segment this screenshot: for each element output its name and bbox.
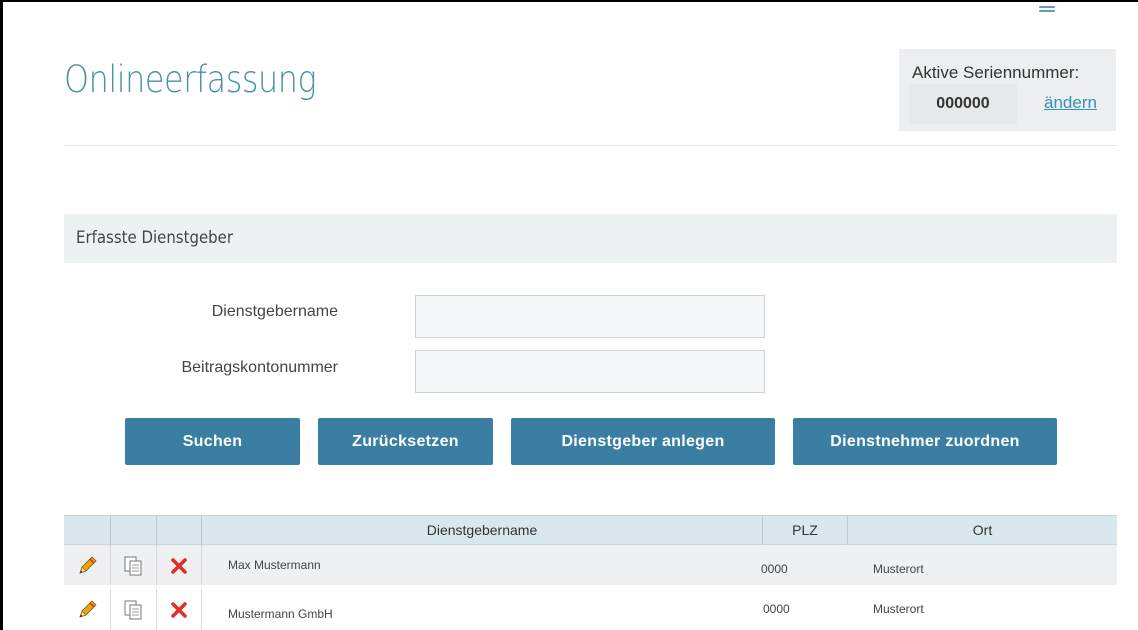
ort-cell: Musterort: [873, 602, 924, 616]
page-title: Onlineerfassung: [64, 58, 317, 101]
section-title: Erfasste Dienstgeber: [76, 228, 234, 248]
search-button[interactable]: Suchen: [125, 418, 300, 465]
plz-cell-bg: [744, 545, 844, 585]
employer-name-label: Dienstgebername: [211, 303, 338, 320]
delete-icon[interactable]: [168, 599, 190, 621]
menu-icon[interactable]: [1036, 4, 1058, 14]
serial-number-label: Aktive Seriennummer:: [912, 63, 1080, 82]
column-divider: [110, 589, 111, 630]
assign-employees-button[interactable]: Dienstnehmer zuordnen: [793, 418, 1057, 465]
create-employer-button[interactable]: Dienstgeber anlegen: [511, 418, 775, 465]
column-divider: [201, 545, 202, 585]
column-header-edit: [64, 516, 111, 545]
copy-icon[interactable]: [122, 555, 144, 577]
copy-icon[interactable]: [122, 599, 144, 621]
column-divider: [156, 589, 157, 630]
pencil-icon[interactable]: [76, 555, 98, 577]
section-header: Erfasste Dienstgeber: [64, 214, 1117, 263]
serial-number-panel: Aktive Seriennummer: 000000 ändern: [899, 49, 1116, 131]
table-header: Dienstgebername PLZ Ort: [64, 515, 1117, 545]
account-number-label: Beitragskontonummer: [181, 359, 338, 376]
column-divider: [156, 545, 157, 585]
title-divider: [64, 145, 1117, 146]
plz-cell: 0000: [761, 562, 788, 576]
table-row: Max Mustermann 0000 Musterort: [64, 545, 1117, 585]
column-divider: [201, 589, 202, 630]
change-serial-link[interactable]: ändern: [1044, 93, 1097, 113]
column-header-copy: [111, 516, 157, 545]
column-header-plz[interactable]: PLZ: [763, 516, 848, 545]
column-header-employer-name[interactable]: Dienstgebername: [202, 516, 763, 545]
column-divider: [110, 545, 111, 585]
employer-name-cell: Max Mustermann: [228, 558, 321, 572]
column-header-ort[interactable]: Ort: [848, 516, 1117, 545]
serial-number-value: 000000: [909, 84, 1017, 124]
table-row: Mustermann GmbH 0000 Musterort: [64, 589, 1117, 630]
employer-name-cell: Mustermann GmbH: [228, 607, 333, 621]
pencil-icon[interactable]: [76, 599, 98, 621]
ort-cell: Musterort: [873, 562, 924, 576]
account-number-input[interactable]: [415, 350, 765, 393]
column-header-delete: [157, 516, 202, 545]
employer-name-input[interactable]: [415, 295, 765, 338]
reset-button[interactable]: Zurücksetzen: [318, 418, 493, 465]
plz-cell: 0000: [763, 602, 790, 616]
delete-icon[interactable]: [168, 555, 190, 577]
